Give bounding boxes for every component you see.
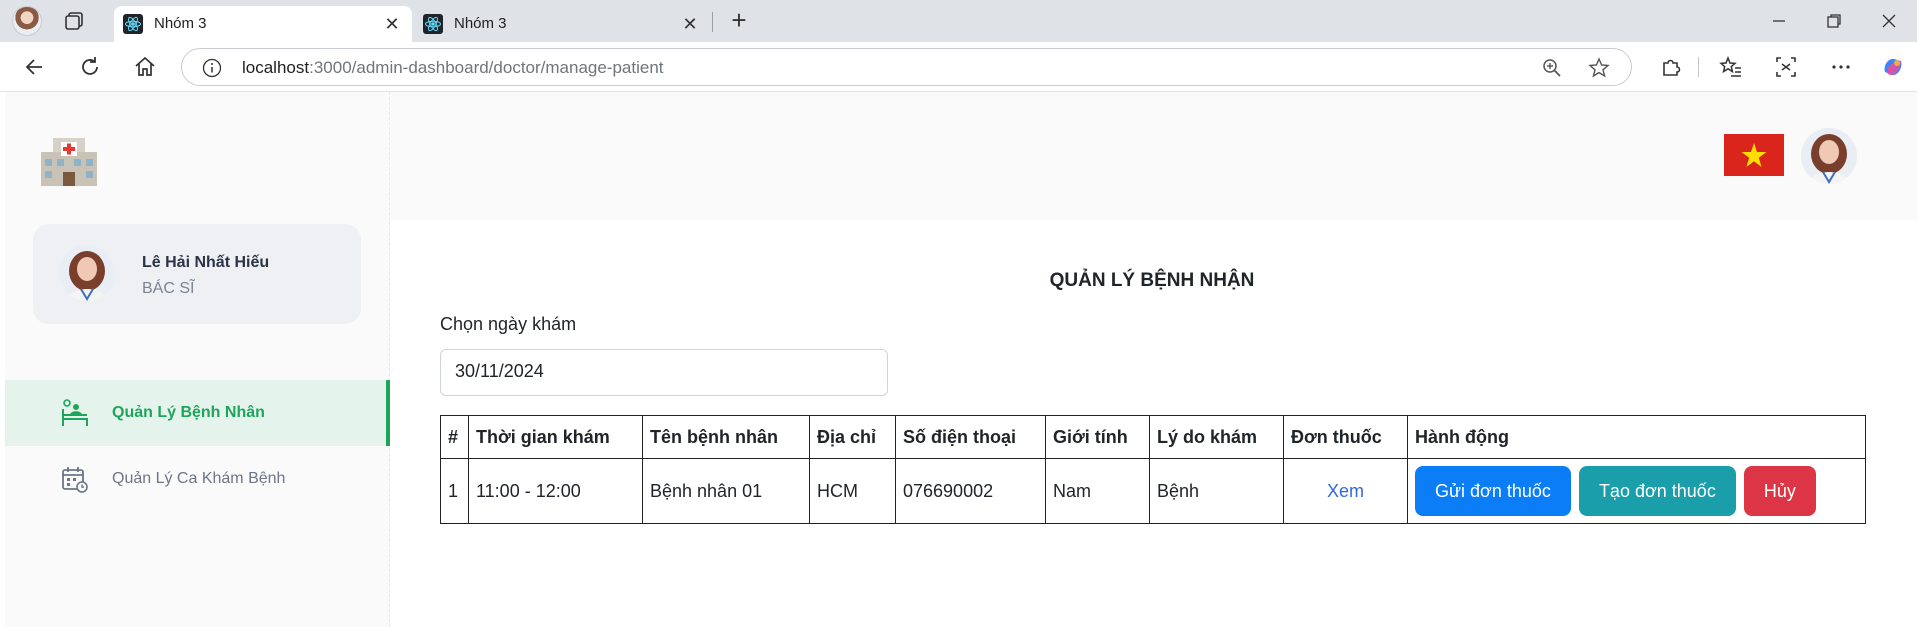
table-header-row: # Thời gian khám Tên bệnh nhân Địa chỉ S… <box>440 415 1866 459</box>
home-icon[interactable] <box>132 54 158 80</box>
window-close-icon[interactable] <box>1876 8 1902 34</box>
collections-icon[interactable] <box>64 10 86 32</box>
back-arrow-icon[interactable] <box>22 54 48 80</box>
extensions-puzzle-icon[interactable] <box>1658 54 1684 80</box>
more-menu-icon[interactable] <box>1828 54 1854 80</box>
new-tab-button[interactable]: + <box>726 7 752 34</box>
column-header: Số điện thoại <box>895 415 1046 459</box>
patient-bed-icon <box>62 399 88 426</box>
actions-cell: Gửi đơn thuốc Tạo đơn thuốc Hủy <box>1407 458 1866 524</box>
avatar[interactable] <box>59 245 115 301</box>
column-header: Địa chỉ <box>809 415 896 459</box>
screenshot-icon[interactable] <box>1773 54 1799 80</box>
browser-tab-bar: Nhóm 3 ✕ Nhóm 3 ✕ + <box>0 0 1917 42</box>
vietnam-flag-icon[interactable] <box>1724 134 1784 176</box>
sidebar: Lê Hải Nhất Hiếu BÁC SĨ Quản Lý Bệnh Nhâ… <box>5 92 390 627</box>
zoom-icon[interactable] <box>1541 57 1563 79</box>
patient-table: # Thời gian khám Tên bệnh nhân Địa chỉ S… <box>440 415 1866 524</box>
url-text[interactable]: localhost:3000/admin-dashboard/doctor/ma… <box>242 58 664 78</box>
column-header: Đơn thuốc <box>1283 415 1408 459</box>
toolbar-divider <box>1698 57 1699 77</box>
exam-reason: Bệnh <box>1149 458 1284 524</box>
site-info-icon[interactable] <box>202 58 222 78</box>
exam-time: 11:00 - 12:00 <box>468 458 643 524</box>
refresh-icon[interactable] <box>77 54 103 80</box>
favorites-icon[interactable] <box>1718 54 1744 80</box>
main-content: QUẢN LÝ BỆNH NHẬN Chọn ngày khám 30/11/2… <box>391 220 1917 627</box>
tab-title: Nhóm 3 <box>454 15 507 32</box>
user-profile-card: Lê Hải Nhất Hiếu BÁC SĨ <box>33 224 361 324</box>
avatar[interactable] <box>1801 128 1857 184</box>
sidebar-item-label: Quản Lý Bệnh Nhân <box>112 404 265 421</box>
column-header: Giới tính <box>1045 415 1150 459</box>
patient-phone: 076690002 <box>895 458 1046 524</box>
view-prescription-link[interactable]: Xem <box>1283 458 1408 524</box>
address-bar[interactable]: localhost:3000/admin-dashboard/doctor/ma… <box>181 48 1632 86</box>
column-header: Thời gian khám <box>468 415 643 459</box>
tab-active[interactable]: Nhóm 3 ✕ <box>114 6 412 42</box>
tab-inactive[interactable]: Nhóm 3 ✕ <box>414 6 710 42</box>
page: Lê Hải Nhất Hiếu BÁC SĨ Quản Lý Bệnh Nhâ… <box>0 92 1917 627</box>
favorite-star-icon[interactable] <box>1588 57 1610 79</box>
hospital-logo-icon[interactable] <box>39 134 99 188</box>
react-icon <box>123 14 143 34</box>
column-header: Tên bệnh nhân <box>642 415 810 459</box>
tab-close-icon[interactable]: ✕ <box>680 14 700 34</box>
page-title: QUẢN LÝ BỆNH NHẬN <box>1049 270 1255 291</box>
tab-title: Nhóm 3 <box>154 15 207 32</box>
sidebar-item-manage-shifts[interactable]: Quản Lý Ca Khám Bệnh <box>5 446 390 512</box>
user-name: Lê Hải Nhất Hiếu <box>142 254 270 271</box>
sidebar-item-manage-patients[interactable]: Quản Lý Bệnh Nhân <box>5 380 390 446</box>
column-header: Hành động <box>1407 415 1866 459</box>
send-prescription-button[interactable]: Gửi đơn thuốc <box>1415 466 1571 516</box>
create-prescription-button[interactable]: Tạo đơn thuốc <box>1578 466 1736 516</box>
user-role: BÁC SĨ <box>142 280 195 297</box>
restore-icon[interactable] <box>1821 8 1847 34</box>
patient-name: Bệnh nhân 01 <box>642 458 810 524</box>
profile-avatar-icon[interactable] <box>12 6 42 36</box>
minimize-icon[interactable] <box>1766 8 1792 34</box>
tab-divider <box>712 12 713 32</box>
tab-close-icon[interactable]: ✕ <box>382 14 402 34</box>
date-picker-input[interactable]: 30/11/2024 <box>440 349 888 396</box>
date-label: Chọn ngày khám <box>440 314 577 334</box>
browser-toolbar: localhost:3000/admin-dashboard/doctor/ma… <box>0 42 1917 92</box>
patient-address: HCM <box>809 458 896 524</box>
react-icon <box>423 14 443 34</box>
top-header <box>391 92 1917 220</box>
table-row: 1 11:00 - 12:00 Bệnh nhân 01 HCM 0766900… <box>440 458 1866 524</box>
row-index: 1 <box>440 458 469 524</box>
sidebar-item-label: Quản Lý Ca Khám Bệnh <box>112 470 286 487</box>
calendar-schedule-icon <box>62 467 88 493</box>
patient-gender: Nam <box>1045 458 1150 524</box>
column-header: Lý do khám <box>1149 415 1284 459</box>
column-header: # <box>440 415 469 459</box>
copilot-icon[interactable] <box>1880 54 1906 80</box>
cancel-button[interactable]: Hủy <box>1743 466 1816 516</box>
star-icon <box>1741 143 1767 167</box>
